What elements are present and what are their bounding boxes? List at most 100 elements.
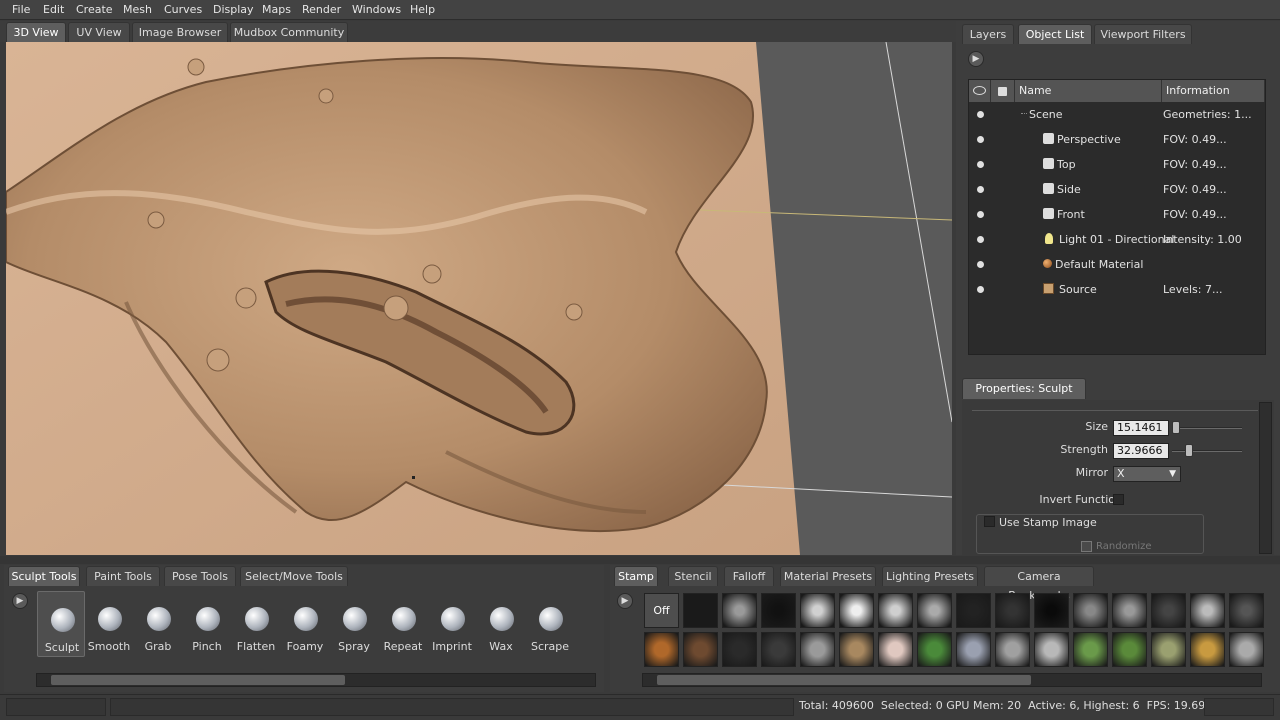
stamp-thumbnail[interactable] (995, 593, 1030, 628)
stamp-thumbnail[interactable] (1073, 632, 1108, 667)
stamp-tray-scrollbar[interactable] (642, 673, 1262, 687)
tool-sculpt[interactable]: Sculpt (37, 591, 85, 657)
name-column-header[interactable]: Name (1015, 80, 1162, 102)
menu-edit[interactable]: Edit (43, 3, 64, 16)
stamp-thumbnail[interactable] (1190, 593, 1225, 628)
tool-flatten[interactable]: Flatten (232, 591, 280, 657)
3d-viewport[interactable] (6, 42, 952, 555)
tab-layers[interactable]: Layers (962, 24, 1014, 44)
stamp-thumbnail[interactable] (995, 632, 1030, 667)
stamp-thumbnail[interactable] (1034, 593, 1069, 628)
tab-sculpt-tools[interactable]: Sculpt Tools (8, 566, 80, 586)
info-column-header[interactable]: Information (1162, 80, 1265, 102)
properties-scrollbar[interactable] (1259, 402, 1272, 554)
object-row-front[interactable]: Front FOV: 0.49... (969, 202, 1265, 227)
stamp-thumbnail[interactable] (761, 632, 796, 667)
object-row-perspective[interactable]: Perspective FOV: 0.49... (969, 127, 1265, 152)
menu-curves[interactable]: Curves (164, 3, 202, 16)
menu-display[interactable]: Display (213, 3, 254, 16)
stamp-thumbnail[interactable] (878, 632, 913, 667)
size-slider-knob[interactable] (1172, 421, 1180, 434)
tab-paint-tools[interactable]: Paint Tools (86, 566, 160, 586)
visibility-column-header[interactable] (969, 80, 991, 102)
scrollbar-thumb[interactable] (51, 675, 345, 685)
stamp-thumbnail[interactable] (1229, 593, 1264, 628)
visibility-dot[interactable] (977, 236, 984, 243)
scrollbar-thumb[interactable] (657, 675, 1031, 685)
visibility-dot[interactable] (977, 186, 984, 193)
visibility-dot[interactable] (977, 261, 984, 268)
menu-mesh[interactable]: Mesh (123, 3, 152, 16)
tool-scrape[interactable]: Scrape (526, 591, 574, 657)
object-row-light[interactable]: Light 01 - Directional Intensity: 1.00 (969, 227, 1265, 252)
stamp-thumbnail[interactable] (683, 593, 718, 628)
stamp-thumbnail[interactable] (917, 593, 952, 628)
visibility-dot[interactable] (977, 111, 984, 118)
stamp-thumbnail[interactable] (722, 632, 757, 667)
menu-windows[interactable]: Windows (352, 3, 401, 16)
expand-arrow-icon[interactable]: ▶ (968, 51, 984, 67)
stamp-thumbnail[interactable] (1034, 632, 1069, 667)
tab-viewport-filters[interactable]: Viewport Filters (1094, 24, 1192, 44)
stamp-thumbnail[interactable] (1112, 593, 1147, 628)
tab-properties-sculpt[interactable]: Properties: Sculpt (962, 378, 1086, 399)
tab-object-list[interactable]: Object List (1018, 24, 1092, 44)
object-row-scene[interactable]: Scene Geometries: 1... (969, 102, 1265, 127)
stamp-thumbnail[interactable] (800, 593, 835, 628)
tab-falloff[interactable]: Falloff (724, 566, 774, 586)
stamp-thumbnail[interactable] (1229, 632, 1264, 667)
stamp-thumbnail[interactable] (800, 632, 835, 667)
object-row-source[interactable]: Source Levels: 7... (969, 277, 1265, 302)
tool-repeat[interactable]: Repeat (379, 591, 427, 657)
invert-function-checkbox[interactable] (1113, 494, 1124, 505)
stamp-thumbnail[interactable] (839, 632, 874, 667)
stamp-thumbnail[interactable] (1151, 593, 1186, 628)
menu-file[interactable]: File (12, 3, 30, 16)
tab-select-move-tools[interactable]: Select/Move Tools (240, 566, 348, 586)
stamp-thumbnail[interactable] (1190, 632, 1225, 667)
strength-slider-knob[interactable] (1185, 444, 1193, 457)
stamp-thumbnail[interactable] (1151, 632, 1186, 667)
stamp-thumbnail[interactable] (761, 593, 796, 628)
visibility-dot[interactable] (977, 211, 984, 218)
use-stamp-image-checkbox[interactable] (984, 516, 995, 527)
stamp-tray-options-icon[interactable]: ▶ (617, 593, 633, 609)
randomize-checkbox[interactable] (1081, 541, 1092, 552)
strength-slider[interactable] (1172, 450, 1242, 452)
stamp-thumbnail[interactable] (956, 593, 991, 628)
tool-wax[interactable]: Wax (477, 591, 525, 657)
tool-smooth[interactable]: Smooth (85, 591, 133, 657)
tab-mudbox-community[interactable]: Mudbox Community (230, 22, 348, 42)
stamp-thumbnail[interactable] (878, 593, 913, 628)
object-row-top[interactable]: Top FOV: 0.49... (969, 152, 1265, 177)
stamp-thumbnail[interactable] (917, 632, 952, 667)
visibility-dot[interactable] (977, 286, 984, 293)
visibility-dot[interactable] (977, 136, 984, 143)
tool-grab[interactable]: Grab (134, 591, 182, 657)
tool-tray-options-icon[interactable]: ▶ (12, 593, 28, 609)
tab-pose-tools[interactable]: Pose Tools (164, 566, 236, 586)
tab-stamp[interactable]: Stamp (614, 566, 658, 586)
tab-3d-view[interactable]: 3D View (6, 22, 66, 42)
tool-imprint[interactable]: Imprint (428, 591, 476, 657)
stamp-thumbnail[interactable] (839, 593, 874, 628)
tab-camera-bookmarks[interactable]: Camera Bookmarks (984, 566, 1094, 602)
tab-material-presets[interactable]: Material Presets (780, 566, 876, 586)
size-slider[interactable] (1172, 427, 1242, 429)
stamp-thumbnail[interactable] (1073, 593, 1108, 628)
size-field[interactable]: 15.1461 (1113, 420, 1169, 436)
menu-maps[interactable]: Maps (262, 3, 291, 16)
object-row-side[interactable]: Side FOV: 0.49... (969, 177, 1265, 202)
menu-create[interactable]: Create (76, 3, 113, 16)
stamp-thumbnail[interactable] (644, 632, 679, 667)
tab-stencil[interactable]: Stencil (668, 566, 718, 586)
lock-column-header[interactable] (991, 80, 1015, 102)
stamp-thumbnail[interactable] (956, 632, 991, 667)
tab-uv-view[interactable]: UV View (68, 22, 130, 42)
tool-spray[interactable]: Spray (330, 591, 378, 657)
object-row-material[interactable]: Default Material (969, 252, 1265, 277)
tool-tray-scrollbar[interactable] (36, 673, 596, 687)
menu-help[interactable]: Help (410, 3, 435, 16)
tool-foamy[interactable]: Foamy (281, 591, 329, 657)
mirror-dropdown[interactable]: X ▼ (1113, 466, 1181, 482)
